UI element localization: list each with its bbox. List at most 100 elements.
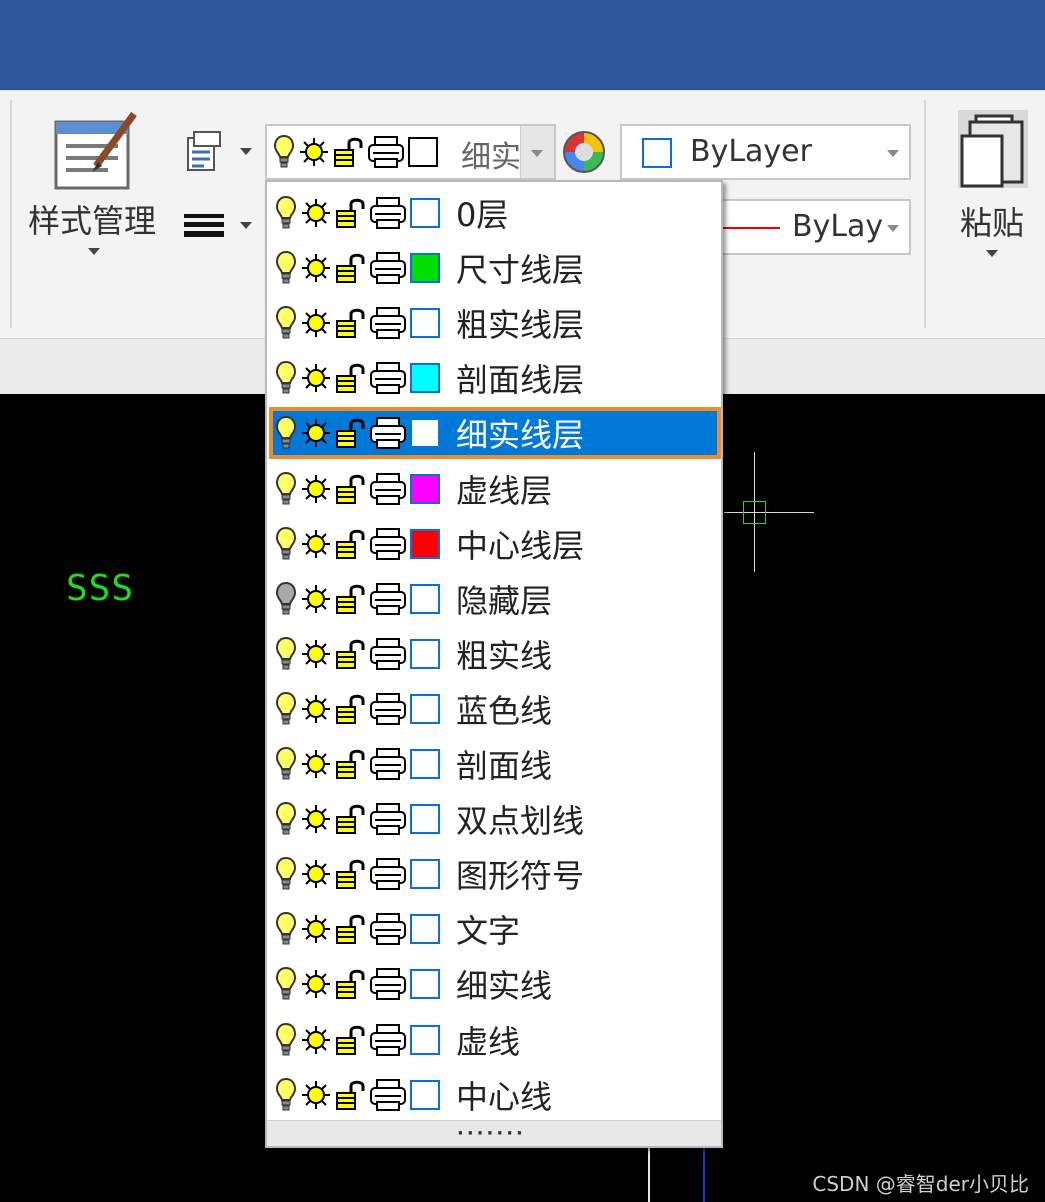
- lightbulb-icon[interactable]: [275, 526, 297, 562]
- layer-list-item[interactable]: 中心线: [275, 1070, 719, 1120]
- layer-list-item[interactable]: 虚线: [275, 1015, 719, 1065]
- lightbulb-icon[interactable]: [275, 250, 297, 286]
- printer-icon[interactable]: [369, 802, 407, 836]
- printer-icon[interactable]: [369, 306, 407, 340]
- lock-icon[interactable]: [335, 968, 367, 1000]
- sun-icon[interactable]: [301, 474, 331, 504]
- sun-icon[interactable]: [301, 749, 331, 779]
- lock-icon[interactable]: [335, 417, 367, 449]
- lightbulb-icon[interactable]: [275, 746, 297, 782]
- sun-icon[interactable]: [301, 253, 331, 283]
- sun-icon[interactable]: [301, 694, 331, 724]
- lock-icon[interactable]: [335, 528, 367, 560]
- lightbulb-icon[interactable]: [275, 856, 297, 892]
- lightbulb-icon[interactable]: [275, 636, 297, 672]
- lock-icon[interactable]: [335, 583, 367, 615]
- properties-button[interactable]: [182, 128, 256, 180]
- sun-icon[interactable]: [301, 859, 331, 889]
- layer-list-item[interactable]: 细实线: [275, 959, 719, 1009]
- printer-icon[interactable]: [369, 692, 407, 726]
- layer-list-item[interactable]: 中心线层: [275, 519, 719, 569]
- sun-icon[interactable]: [301, 308, 331, 338]
- printer-icon[interactable]: [369, 857, 407, 891]
- lock-icon[interactable]: [335, 748, 367, 780]
- lightbulb-icon[interactable]: [275, 1077, 297, 1113]
- lock-icon[interactable]: [335, 473, 367, 505]
- sun-icon[interactable]: [301, 584, 331, 614]
- lightbulb-icon[interactable]: [275, 911, 297, 947]
- sun-icon[interactable]: [301, 363, 331, 393]
- layer-list-item[interactable]: 隐藏层: [275, 574, 719, 624]
- printer-icon[interactable]: [369, 416, 407, 450]
- printer-icon[interactable]: [369, 1023, 407, 1057]
- printer-icon[interactable]: [369, 582, 407, 616]
- layer-list-item[interactable]: 文字: [275, 904, 719, 954]
- sun-icon[interactable]: [301, 198, 331, 228]
- lock-icon[interactable]: [335, 1079, 367, 1111]
- lightbulb-icon[interactable]: [275, 801, 297, 837]
- printer-icon[interactable]: [369, 1078, 407, 1112]
- lock-icon[interactable]: [335, 638, 367, 670]
- sun-icon[interactable]: [301, 914, 331, 944]
- printer-icon[interactable]: [369, 361, 407, 395]
- lock-icon[interactable]: [335, 362, 367, 394]
- lightbulb-icon[interactable]: [275, 360, 297, 396]
- color-wheel-icon: [563, 131, 605, 173]
- lightbulb-icon[interactable]: [275, 581, 297, 617]
- sun-icon[interactable]: [301, 1080, 331, 1110]
- printer-icon[interactable]: [369, 637, 407, 671]
- dropdown-resize-grip[interactable]: ·······: [267, 1120, 721, 1146]
- lock-icon[interactable]: [335, 858, 367, 890]
- color-swatch-icon: [410, 308, 440, 339]
- lock-icon[interactable]: [335, 1024, 367, 1056]
- layer-list-item[interactable]: 粗实线: [275, 629, 719, 679]
- sun-icon[interactable]: [301, 418, 331, 448]
- printer-icon[interactable]: [369, 472, 407, 506]
- printer-icon[interactable]: [369, 967, 407, 1001]
- layer-select[interactable]: 细实: [265, 124, 556, 180]
- layer-list-item[interactable]: 图形符号: [275, 849, 719, 899]
- printer-icon[interactable]: [369, 196, 407, 230]
- lock-icon[interactable]: [335, 803, 367, 835]
- lightbulb-icon[interactable]: [275, 195, 297, 231]
- printer-icon[interactable]: [369, 251, 407, 285]
- linetype-select[interactable]: ByLay: [720, 199, 911, 255]
- layer-list-item[interactable]: 剖面线: [275, 739, 719, 789]
- layer-state-icons: [275, 799, 440, 839]
- layer-list-item[interactable]: 粗实线层: [275, 298, 719, 348]
- color-wheel-button[interactable]: [562, 130, 608, 176]
- layer-list-item[interactable]: 0层: [275, 188, 719, 238]
- lightbulb-icon[interactable]: [275, 415, 297, 451]
- style-manager-button[interactable]: 样式管理: [26, 104, 166, 264]
- sun-icon[interactable]: [301, 639, 331, 669]
- ribbon-separator: [924, 100, 926, 328]
- sun-icon[interactable]: [301, 969, 331, 999]
- layer-list-item[interactable]: 蓝色线: [275, 684, 719, 734]
- paste-button[interactable]: 粘贴: [952, 106, 1036, 266]
- lightbulb-icon[interactable]: [275, 305, 297, 341]
- layer-list-item[interactable]: 虚线层: [275, 464, 719, 514]
- color-select[interactable]: ByLayer: [620, 124, 911, 180]
- layer-list-item[interactable]: 双点划线: [275, 794, 719, 844]
- lightbulb-icon[interactable]: [275, 966, 297, 1002]
- lock-icon[interactable]: [335, 693, 367, 725]
- layer-select-dropdown-button[interactable]: [520, 126, 554, 178]
- lock-icon[interactable]: [335, 197, 367, 229]
- printer-icon[interactable]: [369, 912, 407, 946]
- lightbulb-icon[interactable]: [275, 471, 297, 507]
- lock-icon[interactable]: [335, 252, 367, 284]
- printer-icon[interactable]: [369, 747, 407, 781]
- printer-icon[interactable]: [369, 527, 407, 561]
- lightbulb-icon[interactable]: [275, 691, 297, 727]
- lineweight-button[interactable]: [182, 200, 256, 250]
- layer-list-item[interactable]: 细实线层: [269, 407, 721, 460]
- sun-icon[interactable]: [301, 529, 331, 559]
- layer-list-item[interactable]: 尺寸线层: [275, 243, 719, 293]
- lock-icon[interactable]: [335, 307, 367, 339]
- lock-icon[interactable]: [335, 913, 367, 945]
- layer-state-icons: [275, 579, 440, 619]
- layer-list-item[interactable]: 剖面线层: [275, 353, 719, 403]
- sun-icon[interactable]: [301, 1025, 331, 1055]
- sun-icon[interactable]: [301, 804, 331, 834]
- lightbulb-icon[interactable]: [275, 1022, 297, 1058]
